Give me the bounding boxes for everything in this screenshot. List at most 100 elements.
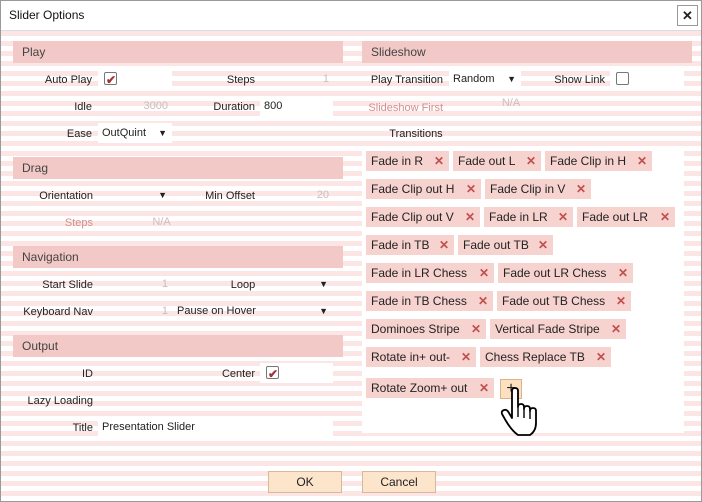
transition-tag-label: Chess Replace TB <box>485 350 585 364</box>
drag-section-header: Drag <box>13 157 343 179</box>
remove-icon[interactable]: ✕ <box>478 291 488 311</box>
id-input[interactable] <box>98 363 172 383</box>
title-input[interactable]: Presentation Slider <box>98 417 333 437</box>
transition-tag-label: Fade out TB Chess <box>502 294 606 308</box>
remove-icon[interactable]: ✕ <box>538 235 548 255</box>
ease-value: OutQuint <box>102 127 147 139</box>
remove-icon[interactable]: ✕ <box>526 151 536 171</box>
orientation-label: Orientation <box>39 190 93 202</box>
chevron-down-icon: ▼ <box>319 279 328 289</box>
slider-options-window: Slider Options ✕ Play Auto Play ✔ Steps … <box>0 0 702 502</box>
start-slide-label: Start Slide <box>42 279 93 291</box>
transition-tag-label: Fade in LR Chess <box>371 266 468 280</box>
loop-select[interactable]: ▼ <box>173 274 333 294</box>
remove-icon[interactable]: ✕ <box>611 319 621 339</box>
remove-icon[interactable]: ✕ <box>465 207 475 227</box>
lazy-loading-input[interactable] <box>98 390 172 410</box>
transition-tag: Fade in TB Chess ✕ <box>366 291 493 311</box>
auto-play-field: ✔ <box>98 69 172 89</box>
duration-input[interactable]: 800 <box>260 96 333 116</box>
keyboard-nav-input[interactable]: 1 <box>98 301 172 321</box>
chevron-down-icon: ▼ <box>507 74 516 84</box>
center-field: ✔ <box>260 363 333 383</box>
close-button[interactable]: ✕ <box>677 5 698 26</box>
min-offset-input[interactable]: 20 <box>260 185 333 205</box>
remove-icon[interactable]: ✕ <box>479 263 489 283</box>
orientation-select[interactable]: ▼ <box>98 185 172 205</box>
output-section-header: Output <box>13 335 343 357</box>
transition-tag-label: Fade out LR Chess <box>503 266 607 280</box>
slideshow-first-value: N/A <box>501 97 521 109</box>
keyboard-nav-label: Keyboard Nav <box>23 306 93 318</box>
transition-tag: Vertical Fade Stripe ✕ <box>490 319 626 339</box>
transition-tag-label: Fade in TB <box>371 238 430 252</box>
transition-tag-label: Dominoes Stripe <box>371 322 460 336</box>
transition-tag-label: Fade Clip in H <box>550 154 627 168</box>
transitions-label: Transitions <box>389 128 443 140</box>
steps-label: Steps <box>226 74 255 86</box>
remove-icon[interactable]: ✕ <box>637 151 647 171</box>
show-link-field <box>610 69 684 89</box>
remove-icon[interactable]: ✕ <box>558 207 568 227</box>
transition-tag-label: Fade Clip in V <box>490 182 566 196</box>
chevron-down-icon: ▼ <box>319 306 328 316</box>
remove-icon[interactable]: ✕ <box>576 179 586 199</box>
remove-icon[interactable]: ✕ <box>660 207 670 227</box>
slideshow-section-header: Slideshow <box>362 41 692 63</box>
auto-play-checkbox[interactable]: ✔ <box>104 72 117 87</box>
ok-button[interactable]: OK <box>268 471 342 493</box>
navigation-section-header: Navigation <box>13 246 343 268</box>
pause-on-hover-select[interactable]: Pause on Hover ▼ <box>173 301 333 321</box>
transition-tag-label: Fade out L <box>458 154 516 168</box>
remove-icon[interactable]: ✕ <box>596 347 606 367</box>
close-icon: ✕ <box>682 8 693 23</box>
transition-tag: Fade Clip in V ✕ <box>485 179 591 199</box>
window-title: Slider Options <box>9 8 85 22</box>
idle-input[interactable]: 3000 <box>98 96 172 116</box>
remove-icon[interactable]: ✕ <box>434 151 444 171</box>
title-label: Title <box>72 422 93 434</box>
drag-steps-label: Steps <box>64 217 93 229</box>
transition-tag-label: Fade out TB <box>463 238 529 252</box>
show-link-checkbox[interactable] <box>616 72 629 85</box>
remove-icon[interactable]: ✕ <box>461 347 471 367</box>
transition-tag-label: Vertical Fade Stripe <box>495 322 600 336</box>
remove-icon[interactable]: ✕ <box>466 179 476 199</box>
transition-tag-label: Fade Clip out H <box>371 182 455 196</box>
transition-tag-label: Rotate Zoom+ out <box>371 381 468 395</box>
transition-tag: Chess Replace TB ✕ <box>480 347 611 367</box>
ease-select[interactable]: OutQuint ▼ <box>98 123 172 143</box>
transition-tag: Fade Clip out H ✕ <box>366 179 481 199</box>
slideshow-first-label: Slideshow First <box>368 102 443 114</box>
transition-tag: Fade out TB ✕ <box>458 235 553 255</box>
remove-icon[interactable]: ✕ <box>618 263 628 283</box>
remove-icon[interactable]: ✕ <box>439 235 449 255</box>
transition-tag-label: Fade out LR <box>582 210 649 224</box>
transition-tag: Fade Clip in H ✕ <box>545 151 652 171</box>
id-label: ID <box>82 368 93 380</box>
transition-tag-label: Fade in LR <box>489 210 548 224</box>
transition-tag: Fade out TB Chess ✕ <box>497 291 631 311</box>
cancel-button[interactable]: Cancel <box>362 471 436 493</box>
pause-on-hover-value: Pause on Hover <box>177 305 256 317</box>
ease-label: Ease <box>66 128 92 140</box>
drag-steps-value: N/A <box>152 216 171 228</box>
transition-tag-label: Rotate in+ out- <box>371 350 451 364</box>
remove-icon[interactable]: ✕ <box>479 378 489 398</box>
transition-tag-label: Fade in R <box>371 154 424 168</box>
checkmark-icon: ✔ <box>106 73 117 87</box>
start-slide-input[interactable]: 1 <box>98 274 172 294</box>
center-checkbox[interactable]: ✔ <box>266 366 279 381</box>
transition-tag: Fade in TB ✕ <box>366 235 454 255</box>
remove-icon[interactable]: ✕ <box>616 291 626 311</box>
steps-input[interactable]: 1 <box>260 69 333 89</box>
duration-label: Duration <box>213 101 255 113</box>
title-bar: Slider Options ✕ <box>1 1 701 31</box>
checkmark-icon: ✔ <box>268 367 279 381</box>
show-link-label: Show Link <box>554 74 605 86</box>
play-transition-select[interactable]: Random ▼ <box>449 69 521 89</box>
auto-play-label: Auto Play <box>44 74 92 86</box>
remove-icon[interactable]: ✕ <box>471 319 481 339</box>
transition-tag: Fade in LR Chess ✕ <box>366 263 494 283</box>
center-label: Center <box>221 368 255 380</box>
